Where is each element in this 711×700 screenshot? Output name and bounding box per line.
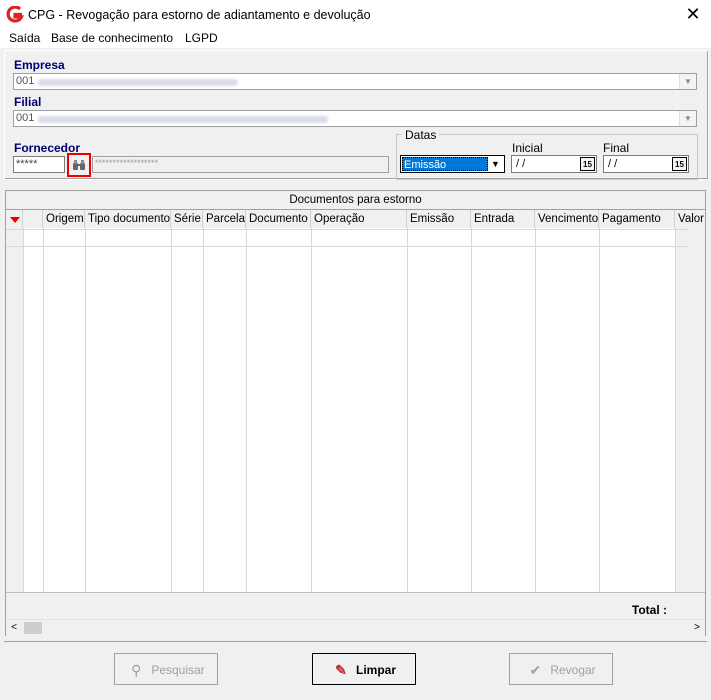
calendar-icon[interactable]: 15 xyxy=(580,157,595,171)
scroll-right-icon[interactable]: > xyxy=(689,620,705,636)
calendar-icon[interactable]: 15 xyxy=(672,157,687,171)
menu-bar: Saída Base de conhecimento LGPD xyxy=(0,30,711,48)
column-header-parcela[interactable]: Parcela xyxy=(203,210,246,228)
menu-item-base-conhecimento[interactable]: Base de conhecimento xyxy=(51,31,173,45)
grid-line xyxy=(6,246,688,247)
grid-title: Documentos para estorno xyxy=(6,191,705,210)
column-header-operacao[interactable]: Operação xyxy=(311,210,407,228)
grid-body[interactable] xyxy=(23,228,675,592)
scrollbar-thumb[interactable] xyxy=(24,622,42,634)
grid-line xyxy=(203,228,204,592)
chevron-down-icon[interactable]: ▼ xyxy=(488,157,503,171)
column-header-entrada[interactable]: Entrada xyxy=(471,210,535,228)
chevron-down-icon[interactable]: ▼ xyxy=(679,111,696,126)
window-title: CPG - Revogação para estorno de adiantam… xyxy=(28,8,371,22)
grid-line xyxy=(599,228,600,592)
chevron-down-icon[interactable]: ▼ xyxy=(679,74,696,89)
pesquisar-button[interactable]: ⚲ Pesquisar xyxy=(114,653,218,685)
final-label: Final xyxy=(603,141,630,155)
fornecedor-name-field: ****************** xyxy=(92,156,389,173)
binoculars-icon xyxy=(73,160,85,170)
grid-line xyxy=(23,228,24,592)
column-header-tipo-documento[interactable]: Tipo documento xyxy=(85,210,171,228)
grid-line xyxy=(171,228,172,592)
column-header-serie[interactable]: Série xyxy=(171,210,203,228)
final-date-value: / / xyxy=(608,158,618,170)
grid-header-row: Origem Tipo documento Série Parcela Docu… xyxy=(6,210,705,228)
limpar-button[interactable]: ✎ Limpar xyxy=(312,653,416,685)
grid-line xyxy=(675,228,676,592)
column-header-pagamento[interactable]: Pagamento xyxy=(599,210,675,228)
eraser-icon: ✎ xyxy=(335,661,347,678)
horizontal-scrollbar[interactable]: < > xyxy=(6,619,705,636)
column-header-origem[interactable]: Origem xyxy=(43,210,85,228)
fornecedor-search-button[interactable] xyxy=(67,153,91,177)
grid-line xyxy=(311,228,312,592)
total-label: Total : xyxy=(631,603,667,617)
fornecedor-code-input[interactable]: ***** xyxy=(13,156,65,173)
menu-item-saida[interactable]: Saída xyxy=(9,31,40,45)
blurred-text xyxy=(38,116,328,123)
documents-grid: Documentos para estorno Origem Tipo docu… xyxy=(5,190,706,636)
column-header-vencimento[interactable]: Vencimento xyxy=(535,210,599,228)
inicial-date-input[interactable]: / / 15 xyxy=(511,155,597,173)
empresa-label: Empresa xyxy=(14,58,65,72)
grid-line xyxy=(43,228,44,592)
inicial-date-value: / / xyxy=(516,158,526,170)
app-logo-icon xyxy=(6,6,24,23)
filial-label: Filial xyxy=(14,95,42,109)
close-icon[interactable]: ✕ xyxy=(683,5,703,23)
empresa-select[interactable]: 001 ▼ xyxy=(13,73,697,90)
sort-arrow-icon xyxy=(10,217,20,223)
column-header-valor[interactable]: Valor xyxy=(675,210,705,228)
column-header-emissao[interactable]: Emissão xyxy=(407,210,471,228)
filial-select[interactable]: 001 ▼ xyxy=(13,110,697,127)
scroll-left-icon[interactable]: < xyxy=(6,620,22,636)
menu-item-lgpd[interactable]: LGPD xyxy=(185,31,218,45)
blank-column-header xyxy=(23,210,43,228)
grid-line xyxy=(407,228,408,592)
grid-line xyxy=(85,228,86,592)
title-bar: CPG - Revogação para estorno de adiantam… xyxy=(0,0,711,31)
magnifier-icon: ⚲ xyxy=(131,661,142,678)
grid-line xyxy=(471,228,472,592)
checkmark-icon: ✔ xyxy=(529,661,542,678)
blurred-text xyxy=(38,79,238,86)
column-header-documento[interactable]: Documento xyxy=(246,210,311,228)
inicial-label: Inicial xyxy=(512,141,543,155)
row-indicator-header[interactable] xyxy=(6,210,23,228)
revogar-button[interactable]: ✔ Revogar xyxy=(509,653,613,685)
final-date-input[interactable]: / / 15 xyxy=(603,155,689,173)
grid-line xyxy=(535,228,536,592)
datas-group-label: Datas xyxy=(402,128,440,142)
button-bar: ⚲ Pesquisar ✎ Limpar ✔ Revogar xyxy=(4,641,707,697)
grid-line xyxy=(6,592,705,593)
grid-line xyxy=(6,229,688,230)
date-type-select[interactable]: Emissão ▼ xyxy=(400,155,505,173)
grid-line xyxy=(246,228,247,592)
date-type-value: Emissão xyxy=(402,157,488,171)
